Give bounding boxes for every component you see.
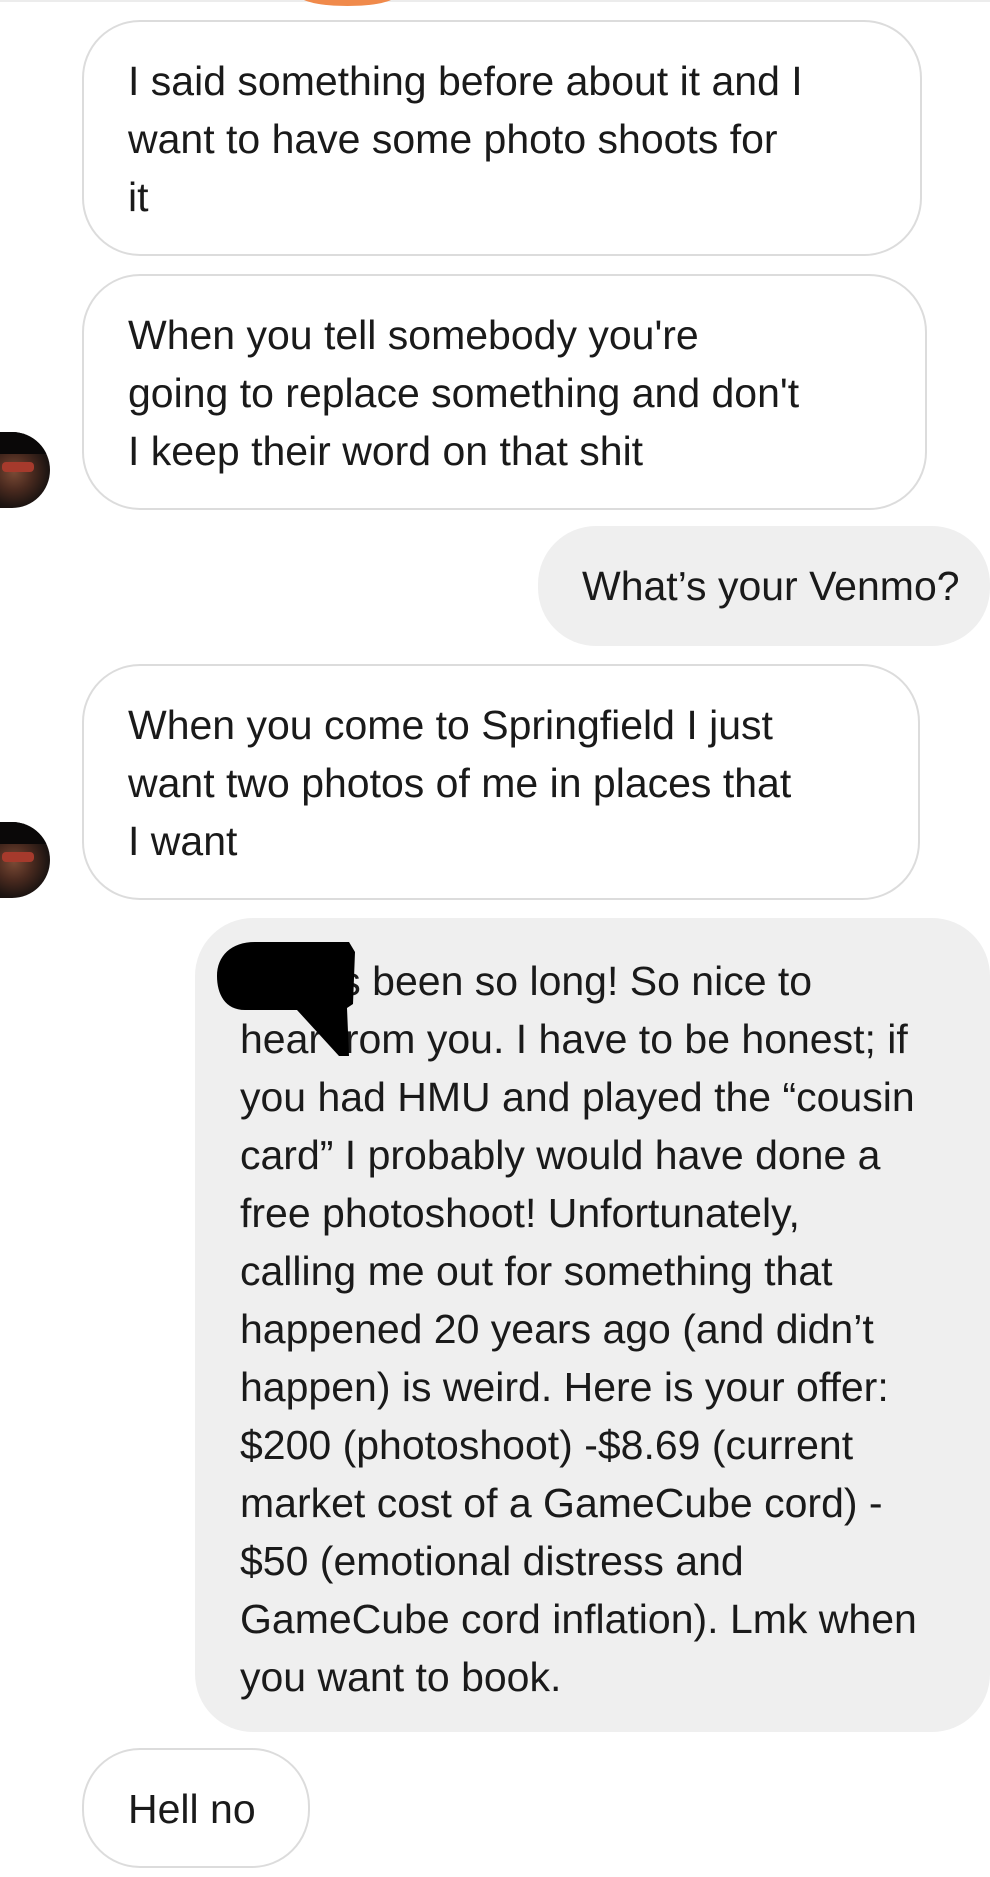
incoming-message-4[interactable]: Hell no: [82, 1748, 310, 1868]
avatar-hair: [0, 822, 50, 844]
message-text: When you tell somebody you're going to r…: [128, 312, 800, 474]
message-text: Hell no: [128, 1786, 256, 1832]
redaction-mark: [217, 942, 355, 1056]
message-text: What’s your Venmo?: [582, 563, 960, 609]
message-text: When you come to Springfield I just want…: [128, 702, 792, 864]
contact-avatar[interactable]: [0, 432, 50, 508]
incoming-message-2[interactable]: When you tell somebody you're going to r…: [82, 274, 927, 510]
avatar-hair: [0, 432, 50, 454]
outgoing-message-1[interactable]: What’s your Venmo?: [538, 526, 990, 646]
message-text: I said something before about it and I w…: [128, 58, 803, 220]
incoming-message-1[interactable]: I said something before about it and I w…: [82, 20, 922, 256]
incoming-message-3[interactable]: When you come to Springfield I just want…: [82, 664, 920, 900]
top-accent-shape: [300, 0, 395, 6]
avatar-glasses: [2, 852, 34, 862]
message-text: , it has been so long! So nice to hear f…: [240, 958, 917, 1700]
top-divider: [0, 0, 990, 2]
contact-avatar[interactable]: [0, 822, 50, 898]
avatar-glasses: [2, 462, 34, 472]
